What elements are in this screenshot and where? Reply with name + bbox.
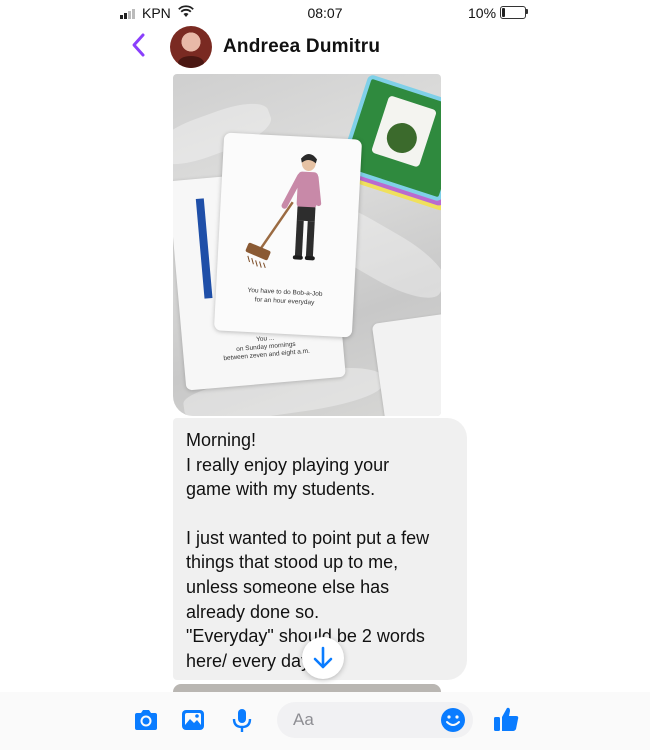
message-line: Morning! — [186, 430, 257, 450]
next-message-preview — [173, 684, 441, 692]
scroll-to-bottom-button[interactable] — [302, 637, 344, 679]
message-line: I just wanted to point put a few — [186, 527, 430, 548]
composer-bar — [0, 692, 650, 750]
message-line: game with my students. — [186, 479, 376, 500]
chat-header: Andreea Dumitru — [0, 22, 650, 72]
photo-message[interactable]: You ... on Sunday mornings between zeven… — [173, 74, 441, 416]
image-icon[interactable] — [179, 706, 207, 734]
contact-name[interactable]: Andreea Dumitru — [223, 36, 380, 58]
front-card: You have to do Bob-a-Job for an hour eve… — [213, 132, 363, 338]
message-line: already done so. — [186, 601, 320, 622]
message-line: unless someone else has — [186, 576, 390, 597]
status-time: 08:07 — [307, 5, 343, 21]
microphone-icon[interactable] — [228, 706, 256, 734]
battery-icon — [500, 6, 526, 19]
battery-tip — [526, 9, 528, 14]
person-sweeping-illustration — [245, 154, 322, 269]
side-card — [371, 312, 441, 416]
back-arrow-icon[interactable] — [128, 30, 150, 60]
message-line: I really enjoy playing your — [186, 454, 390, 475]
message-line: things that stood up to me, — [186, 552, 399, 573]
camera-icon[interactable] — [132, 706, 160, 734]
arrow-down-icon — [313, 646, 333, 669]
emoji-icon[interactable] — [439, 706, 467, 734]
thumbs-up-icon[interactable] — [491, 704, 521, 734]
battery-percent: 10% — [468, 5, 497, 21]
avatar[interactable] — [170, 26, 212, 68]
